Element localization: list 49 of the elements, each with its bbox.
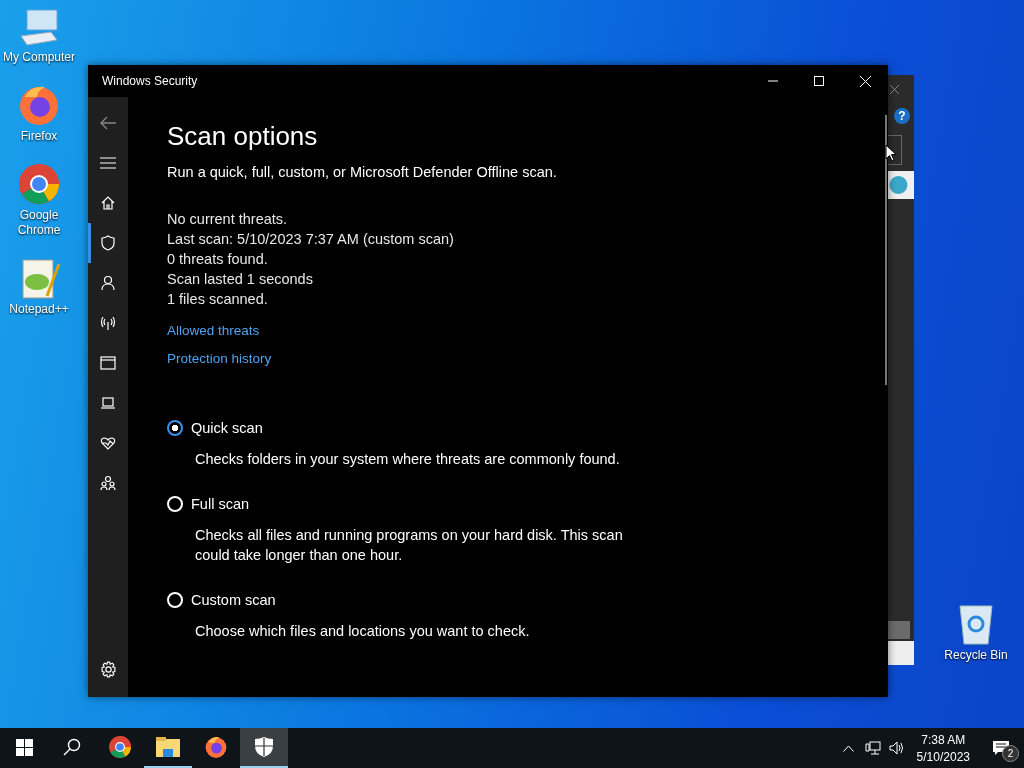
maximize-icon: [814, 76, 824, 86]
taskbar-app-button[interactable]: [240, 728, 288, 768]
computer-icon: [17, 8, 61, 48]
laptop-icon: [100, 395, 116, 411]
heart-icon: [100, 435, 116, 451]
page-link[interactable]: Allowed threats: [167, 323, 260, 338]
clock[interactable]: 7:38 AM 5/10/2023: [908, 728, 978, 768]
folder-icon: [156, 737, 180, 757]
windows-logo-icon: [15, 738, 33, 756]
family-icon: [100, 475, 116, 491]
scan-option-radio[interactable]: Quick scan: [167, 420, 263, 436]
page-link[interactable]: Protection history: [167, 351, 272, 366]
radio-button[interactable]: [167, 420, 183, 436]
desktop-icon-label[interactable]: Recycle Bin: [944, 648, 1008, 663]
scan-option-radio[interactable]: Custom scan: [167, 592, 276, 608]
wireless-icon: [100, 315, 116, 331]
browser-icon: [100, 355, 116, 371]
search-icon: [63, 738, 81, 756]
scan-status-text: 0 threats found.: [167, 250, 269, 269]
network-icon: [864, 741, 881, 755]
shield-icon: [100, 235, 116, 251]
scan-option-radio[interactable]: Full scan: [167, 496, 250, 512]
notification-button[interactable]: 2: [978, 728, 1024, 768]
recycle-bin-icon: [956, 602, 996, 646]
page-title: Scan options: [167, 120, 319, 152]
scan-status-text: Scan lasted 1 seconds: [167, 270, 314, 289]
home-icon: [100, 195, 116, 211]
window-title: Windows Security: [101, 74, 199, 88]
volume-icon: [888, 741, 905, 755]
scan-status-text: No current threats.: [167, 210, 289, 229]
chevron-up-icon: [843, 744, 855, 752]
settings-icon: [99, 660, 117, 678]
back-arrow-icon: [99, 116, 117, 130]
close-icon: [890, 85, 899, 94]
option-description: Checks folders in your system where threats are commonly found.: [195, 450, 621, 469]
page-subtitle: Run a quick, full, custom, or Microsoft Defender Offline scan.: [167, 164, 558, 180]
shield-icon: [255, 737, 273, 757]
scrollbar[interactable]: [885, 115, 887, 385]
scan-status-text: 1 files scanned.: [167, 290, 269, 309]
firefox-icon: [204, 735, 228, 759]
chrome-icon: [108, 735, 132, 759]
help-icon[interactable]: ?: [894, 108, 910, 124]
chrome-icon: [17, 162, 61, 206]
person-icon: [100, 275, 116, 291]
close-icon: [859, 75, 871, 87]
menu-icon: [100, 157, 116, 169]
option-description: Checks all files and running programs on your hard disk. This scan could take longer than one hour.: [195, 526, 624, 565]
option-description: Choose which files and locations you want to check.: [195, 622, 531, 641]
scan-status-text: Last scan: 5/10/2023 7:37 AM (custom scan): [167, 230, 455, 249]
